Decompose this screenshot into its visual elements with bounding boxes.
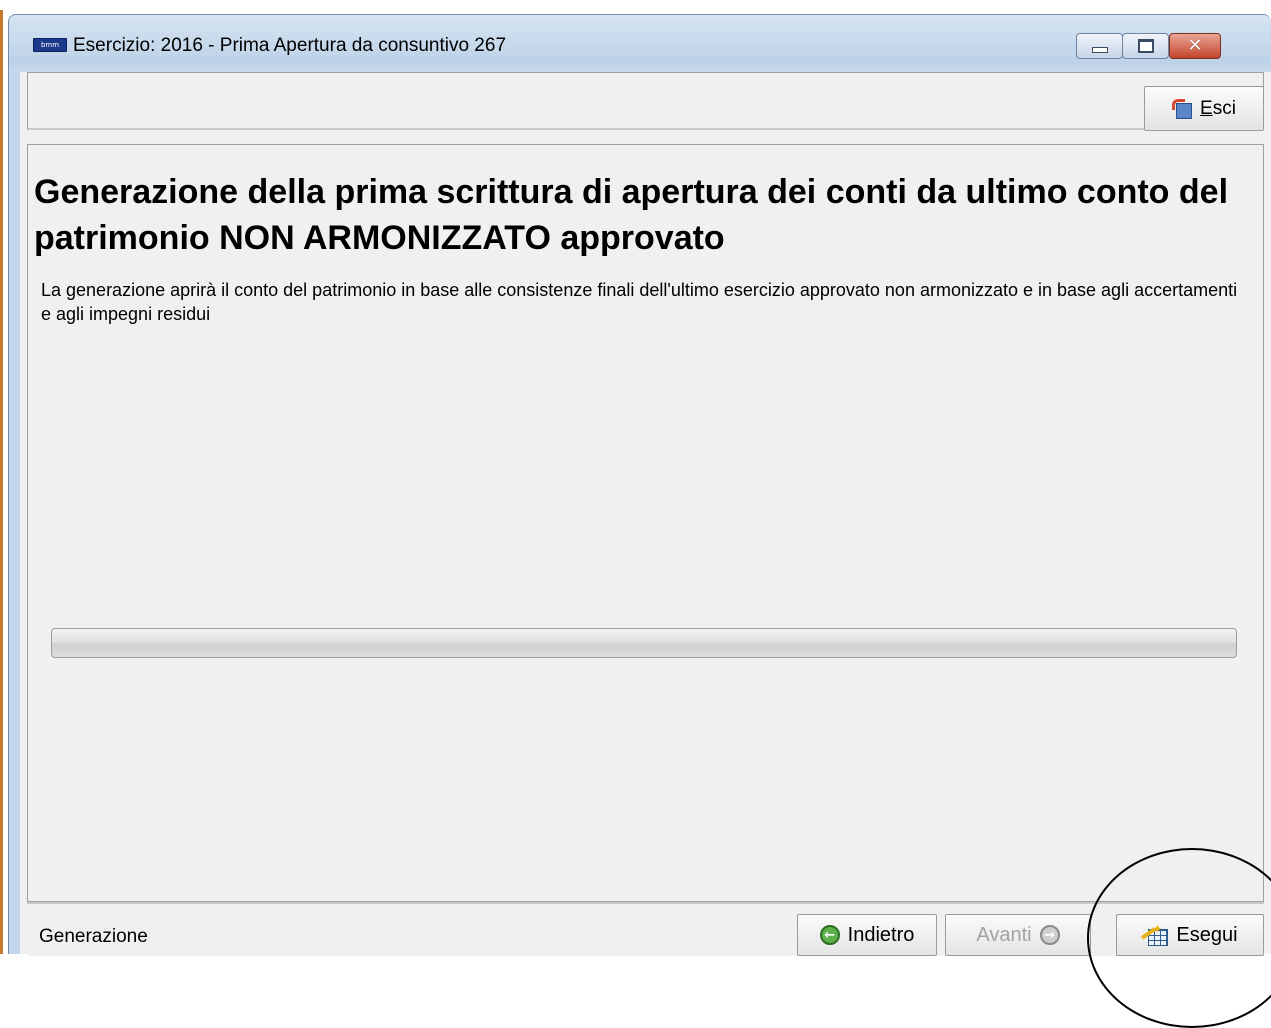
arrow-left-icon: ← <box>819 925 840 945</box>
status-label: Generazione <box>39 926 148 947</box>
window-title: Esercizio: 2016 - Prima Apertura da cons… <box>73 35 507 56</box>
client-area: Esci Generazione della prima scrittura d… <box>20 72 1271 956</box>
maximize-icon <box>1137 39 1154 53</box>
minimize-button[interactable] <box>1076 33 1123 59</box>
exit-button[interactable]: Esci <box>1144 86 1264 131</box>
back-button-label: Indietro <box>847 923 915 946</box>
minimize-icon <box>1091 47 1108 53</box>
desktop-edge <box>0 10 3 954</box>
arrow-right-icon: → <box>1039 925 1060 945</box>
close-button[interactable]: ✕ <box>1169 33 1221 59</box>
toolbar: Esci <box>27 72 1264 131</box>
next-button-label: Avanti <box>976 923 1032 946</box>
progress-bar <box>51 628 1237 658</box>
back-button[interactable]: ← Indietro <box>797 914 937 956</box>
description-text: La generazione aprirà il conto del patri… <box>41 280 1238 324</box>
wand-table-icon: ✦ <box>1141 922 1169 946</box>
wizard-panel: Generazione della prima scrittura di ape… <box>27 144 1264 902</box>
page-title: Generazione della prima scrittura di ape… <box>34 173 1229 257</box>
run-button-label: Esegui <box>1176 923 1238 946</box>
exit-icon <box>1172 98 1194 119</box>
next-button[interactable]: Avanti → <box>945 914 1091 956</box>
app-icon: bmm <box>33 38 67 52</box>
close-icon: ✕ <box>1187 35 1203 56</box>
wizard-footer: Generazione ← Indietro Avanti → ✦ Esegui <box>27 902 1264 956</box>
run-button[interactable]: ✦ Esegui <box>1116 914 1264 956</box>
title-bar[interactable]: bmm Esercizio: 2016 - Prima Apertura da … <box>9 15 1271 65</box>
exit-button-label: Esci <box>1200 97 1236 119</box>
maximize-button[interactable] <box>1122 33 1169 59</box>
